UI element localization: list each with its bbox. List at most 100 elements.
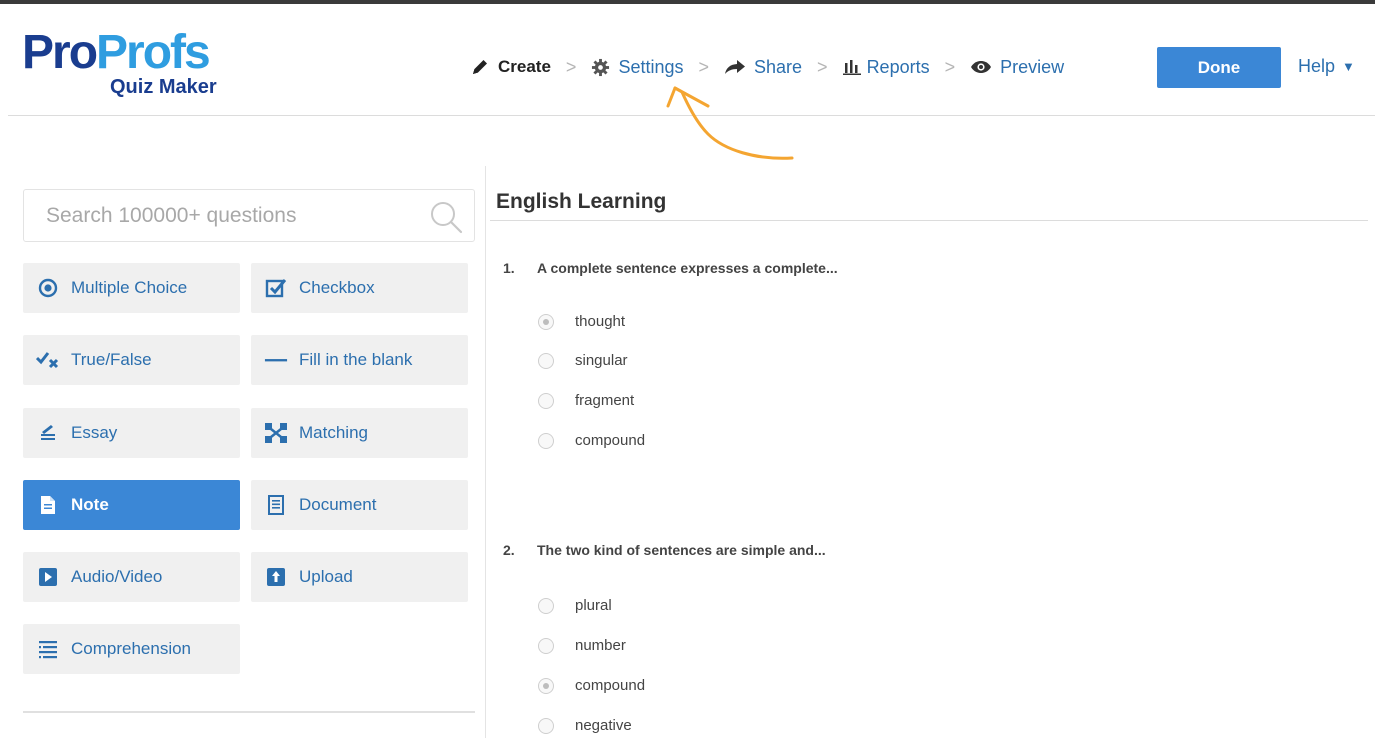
radio-button[interactable] — [538, 717, 554, 734]
answer-option[interactable]: compound — [538, 432, 645, 449]
qtype-document[interactable]: Document — [251, 480, 468, 530]
qtype-matching[interactable]: Matching — [251, 408, 468, 458]
proprofs-logo[interactable]: ProProfs Quiz Maker — [22, 29, 242, 102]
essay-icon — [36, 421, 60, 445]
dash-icon — [264, 348, 288, 372]
answer-option[interactable]: compound — [538, 677, 645, 694]
option-label: singular — [575, 352, 628, 369]
answer-option[interactable]: negative — [538, 717, 632, 734]
play-icon — [36, 565, 60, 589]
gear-icon — [591, 58, 610, 77]
title-underline — [490, 220, 1368, 221]
qtype-multiple-choice[interactable]: Multiple Choice — [23, 263, 240, 313]
checkbox-icon — [264, 276, 288, 300]
matching-icon — [264, 421, 288, 445]
qtype-upload[interactable]: Upload — [251, 552, 468, 602]
qtype-label: Fill in the blank — [299, 350, 413, 369]
wizard-nav: Create > Settings > Share > Reports > Pr… — [470, 52, 1064, 82]
option-label: negative — [575, 717, 632, 734]
radio-dot-icon — [36, 276, 60, 300]
question-text: A complete sentence expresses a complete… — [537, 260, 838, 276]
radio-button[interactable] — [538, 352, 554, 369]
upload-icon — [264, 565, 288, 589]
question-number: 2. — [503, 542, 515, 558]
qtype-label: Matching — [299, 423, 368, 442]
qtype-label: Note — [71, 495, 109, 514]
question-search — [23, 189, 475, 242]
qtype-label: Upload — [299, 567, 353, 586]
logo-subtitle: Quiz Maker — [110, 76, 217, 98]
question-1[interactable]: 1. A complete sentence expresses a comple… — [503, 260, 838, 276]
qtype-label: Document — [299, 495, 377, 514]
quiz-title[interactable]: English Learning — [496, 190, 666, 214]
search-icon[interactable] — [428, 199, 464, 240]
option-label: compound — [575, 677, 646, 694]
true-false-icon — [36, 348, 60, 372]
logo-wordmark: ProProfs — [22, 29, 242, 77]
panel-divider — [485, 166, 486, 738]
nav-preview[interactable]: Preview — [970, 57, 1064, 78]
pencil-icon — [470, 57, 490, 77]
qtype-label: True/False — [71, 350, 152, 369]
nav-create-label: Create — [498, 57, 551, 76]
qtype-label: Essay — [71, 423, 118, 442]
nav-settings-label: Settings — [618, 56, 684, 77]
answer-option[interactable]: plural — [538, 597, 612, 614]
logo-profs: Profs — [96, 26, 211, 79]
qtype-label: Checkbox — [299, 278, 375, 297]
nav-share[interactable]: Share — [724, 57, 802, 78]
qtype-essay[interactable]: Essay — [23, 408, 240, 458]
search-input[interactable] — [46, 203, 426, 228]
eye-icon — [970, 60, 992, 74]
bar-chart-icon — [842, 59, 861, 75]
qtype-comprehension[interactable]: Comprehension — [23, 624, 240, 674]
radio-button[interactable] — [538, 392, 554, 409]
chevron-down-icon: ▼ — [1342, 59, 1355, 74]
logo-pro: Pro — [22, 26, 98, 79]
question-number: 1. — [503, 260, 515, 276]
radio-button[interactable] — [538, 432, 554, 449]
option-label: number — [575, 637, 626, 654]
nav-settings[interactable]: Settings — [591, 57, 683, 78]
qtype-fill-blank[interactable]: Fill in the blank — [251, 335, 468, 385]
document-icon — [264, 493, 288, 517]
nav-reports[interactable]: Reports — [842, 56, 930, 78]
nav-separator: > — [565, 56, 577, 77]
nav-preview-label: Preview — [1000, 56, 1065, 77]
qtype-true-false[interactable]: True/False — [23, 335, 240, 385]
qtype-audio-video[interactable]: Audio/Video — [23, 552, 240, 602]
answer-option[interactable]: thought — [538, 313, 625, 330]
option-label: plural — [575, 597, 612, 614]
qtype-label: Comprehension — [71, 639, 192, 658]
question-2[interactable]: 2. The two kind of sentences are simple a… — [503, 542, 826, 558]
answer-option[interactable]: number — [538, 637, 626, 654]
nav-separator: > — [944, 56, 956, 77]
done-button[interactable]: Done — [1157, 47, 1281, 88]
nav-separator: > — [817, 56, 828, 77]
qtype-checkbox[interactable]: Checkbox — [251, 263, 468, 313]
nav-share-label: Share — [754, 56, 803, 77]
nav-reports-label: Reports — [866, 56, 930, 77]
annotation-arrow-icon — [666, 86, 794, 160]
question-text: The two kind of sentences are simple and… — [537, 542, 826, 558]
option-label: fragment — [575, 392, 635, 409]
qtype-label: Multiple Choice — [71, 278, 188, 297]
share-arrow-icon — [724, 58, 746, 76]
answer-option[interactable]: fragment — [538, 392, 634, 409]
radio-button[interactable] — [538, 597, 554, 614]
option-label: thought — [575, 313, 626, 330]
nav-create[interactable]: Create — [470, 57, 551, 77]
comprehension-icon — [36, 637, 60, 661]
left-panel-divider — [23, 711, 475, 713]
help-menu[interactable]: Help ▼ — [1298, 56, 1355, 77]
qtype-note[interactable]: Note — [23, 480, 240, 530]
radio-button[interactable] — [538, 313, 554, 330]
note-icon — [36, 493, 60, 517]
qtype-label: Audio/Video — [71, 567, 163, 586]
answer-option[interactable]: singular — [538, 352, 628, 369]
nav-separator: > — [698, 56, 709, 77]
help-label: Help — [1298, 56, 1336, 76]
option-label: compound — [575, 432, 646, 449]
radio-button[interactable] — [538, 637, 554, 654]
radio-button[interactable] — [538, 677, 554, 694]
